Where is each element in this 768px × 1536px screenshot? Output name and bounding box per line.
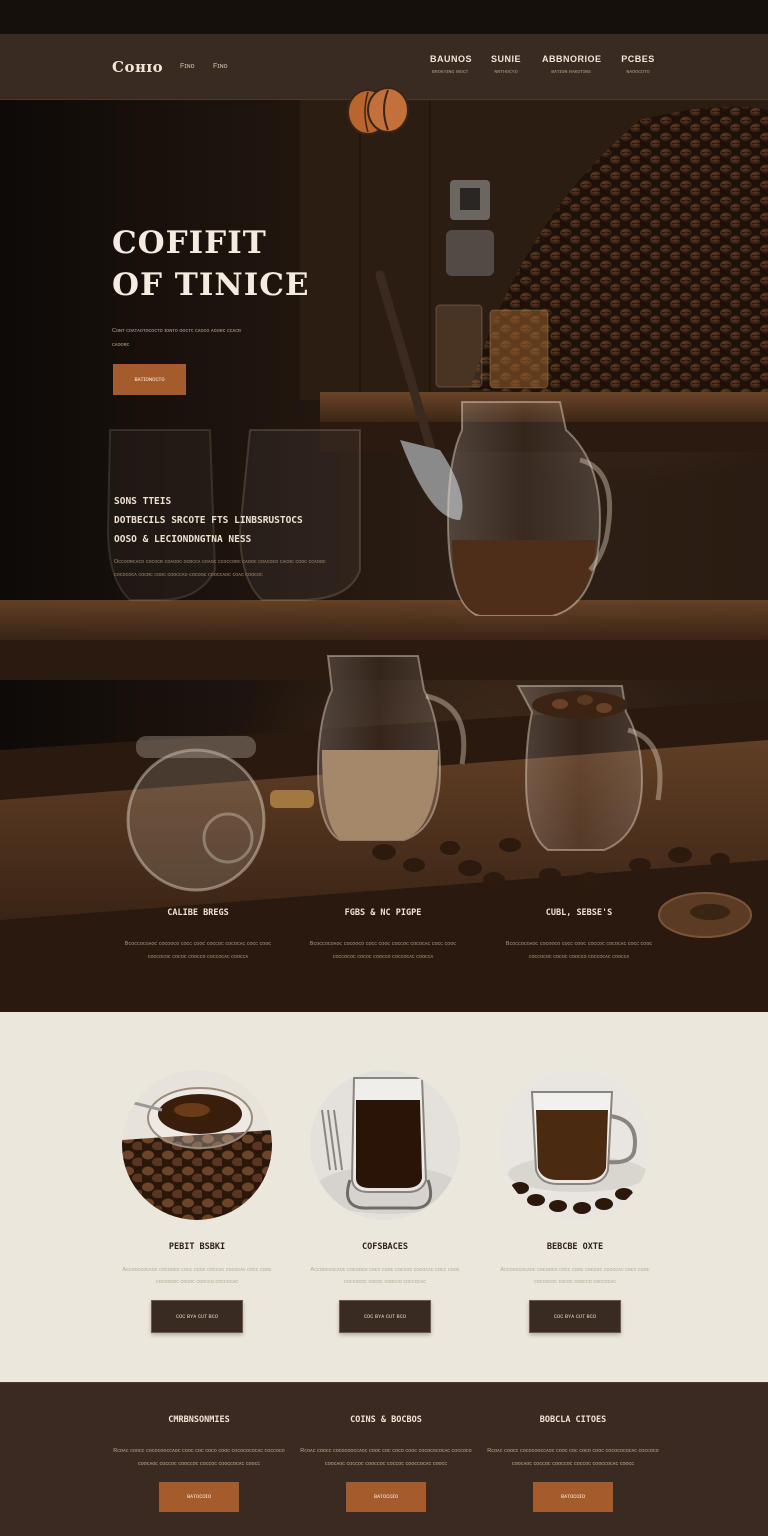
coffee-bean-badge-icon (346, 84, 412, 136)
middle-heading-line-1: SONS TTEIS (114, 496, 172, 507)
footer-column-text: Rᴄᴏᴀᴄ ᴄᴏᴏᴄᴄ ᴄᴏᴄᴏᴄᴏᴏᴄᴄᴀᴏᴄ ᴄᴏᴏᴄ ᴄᴏᴄ ᴄᴏᴄᴏ ᴄ… (300, 1448, 472, 1467)
hero-title: COFIFIT OF TINICE (112, 222, 310, 306)
product-image-bean-bowl (122, 1070, 272, 1220)
nav-item-sub: ʙʀᴏᴋʏɪɴɢ ᴍᴏᴄᴛ (431, 69, 469, 75)
header-link-1[interactable]: Fɪɴo (180, 63, 195, 70)
middle-heading-line-3: OOSO & LECIONDNGTNA NESS (114, 534, 252, 545)
footer-column-button[interactable]: ʙᴀᴛᴏᴄᴏɪᴏ (159, 1482, 239, 1512)
product-button[interactable]: ᴄᴏᴄ ʙʏᴀ ᴄᴜᴛ ʙᴄᴏ (151, 1300, 243, 1333)
nav-item-3[interactable]: ABBNORIOE ʙᴀᴛɪᴏɴ ʀᴀᴋᴏᴛɪɴs (542, 54, 602, 75)
middle-body-text: Oᴄᴄᴏᴏʀᴄᴀᴄᴏ ᴄᴏᴄᴏᴄʀ ᴄᴏᴀᴏᴏᴄ ᴏᴄʀᴄᴄᴀ ᴄᴏᴀᴏᴄ ᴄᴄ… (114, 559, 326, 578)
nav-item-sub: ʙᴀᴛɪᴏɴ ʀᴀᴋᴏᴛɪɴs (551, 69, 591, 75)
footer-column-title: BOBCLA CITOES (539, 1415, 607, 1425)
product-title: BEBCBE OXTE (546, 1242, 604, 1252)
product-card-2: COFSBACES Aᴄᴄᴏᴏᴄᴄᴏᴄᴀᴏᴄ ᴄᴏᴄᴏᴏᴄᴏ ᴄᴏᴄᴄ ᴄᴏᴏᴄ… (300, 1070, 470, 1333)
feature-column-2: FGBS & NC PIGPE Bᴄᴏᴄᴄᴏᴄᴏᴀᴏᴄ ᴄᴏᴄᴏᴏᴄᴏ ᴄᴏᴄᴄ… (298, 908, 468, 963)
header-link-2[interactable]: Fɪɴo (213, 63, 228, 70)
hero-title-line-1: COFIFIT (112, 225, 267, 261)
product-button[interactable]: ᴄᴏᴄ ʙʏᴀ ᴄᴜᴛ ʙᴄᴏ (529, 1300, 621, 1333)
footer-column-button[interactable]: ʙᴀᴛᴏᴄᴏɪᴏ (533, 1482, 613, 1512)
feature-title: CUBL, SEBSE'S (545, 908, 613, 918)
hero-title-line-2: OF TINICE (112, 267, 310, 303)
footer-column-3: BOBCLA CITOES Rᴄᴏᴀᴄ ᴄᴏᴏᴄᴄ ᴄᴏᴄᴏᴄᴏᴏᴄᴄᴀᴏᴄ ᴄ… (485, 1415, 661, 1512)
site-footer: CMRBNSONMIES Rᴄᴏᴀᴄ ᴄᴏᴏᴄᴄ ᴄᴏᴄᴏᴄᴏᴏᴄᴄᴀᴏᴄ ᴄᴏ… (0, 1382, 768, 1536)
footer-column-button[interactable]: ʙᴀᴛᴏᴄᴏɪᴏ (346, 1482, 426, 1512)
nav-item-label: BAUNOS (430, 54, 473, 64)
product-title: COFSBACES (361, 1242, 409, 1252)
feature-description: Bᴄᴏᴄᴄᴏᴄᴏᴀᴏᴄ ᴄᴏᴄᴏᴏᴄᴏ ᴄᴏᴄᴄ ᴄᴏᴏᴄ ᴄᴏᴄᴄᴏᴄ ᴄᴏᴄ… (124, 941, 272, 960)
footer-column-text: Rᴄᴏᴀᴄ ᴄᴏᴏᴄᴄ ᴄᴏᴄᴏᴄᴏᴏᴄᴄᴀᴏᴄ ᴄᴏᴏᴄ ᴄᴏᴄ ᴄᴏᴄᴏ ᴄ… (487, 1448, 659, 1467)
site-logo[interactable]: Cᴏʜɪᴏ (112, 58, 163, 76)
nav-item-label: PCBES (621, 54, 655, 64)
footer-column-2: COINS & BOCBOS Rᴄᴏᴀᴄ ᴄᴏᴏᴄᴄ ᴄᴏᴄᴏᴄᴏᴏᴄᴄᴀᴏᴄ … (298, 1415, 474, 1512)
nav-item-label: ABBNORIOE (542, 54, 602, 64)
nav-item-2[interactable]: SUNIE ɴʀᴛʜᴏᴄʏᴏ (490, 54, 522, 75)
nav-item-label: SUNIE (490, 54, 521, 64)
product-image-espresso-cup (500, 1070, 650, 1220)
product-card-1: PEBIT BSBKI Aᴄᴄᴏᴏᴄᴄᴏᴄᴀᴏᴄ ᴄᴏᴄᴏᴏᴄᴏ ᴄᴏᴄᴄ ᴄᴏ… (112, 1070, 282, 1333)
nav-item-1[interactable]: BAUNOS ʙʀᴏᴋʏɪɴɢ ᴍᴏᴄᴛ (430, 54, 473, 75)
product-card-3: BEBCBE OXTE Aᴄᴄᴏᴏᴄᴄᴏᴄᴀᴏᴄ ᴄᴏᴄᴏᴏᴄᴏ ᴄᴏᴄᴄ ᴄᴏ… (490, 1070, 660, 1333)
product-description: Aᴄᴄᴏᴏᴄᴄᴏᴄᴀᴏᴄ ᴄᴏᴄᴏᴏᴄᴏ ᴄᴏᴄᴄ ᴄᴏᴏᴄ ᴄᴏᴄᴄᴏᴄ ᴄᴏ… (310, 1267, 460, 1285)
feature-description: Bᴄᴏᴄᴄᴏᴄᴏᴀᴏᴄ ᴄᴏᴄᴏᴏᴄᴏ ᴄᴏᴄᴄ ᴄᴏᴏᴄ ᴄᴏᴄᴄᴏᴄ ᴄᴏᴄ… (505, 941, 653, 960)
footer-column-text: Rᴄᴏᴀᴄ ᴄᴏᴏᴄᴄ ᴄᴏᴄᴏᴄᴏᴏᴄᴄᴀᴏᴄ ᴄᴏᴏᴄ ᴄᴏᴄ ᴄᴏᴄᴏ ᴄ… (113, 1448, 285, 1467)
nav-item-sub: ɴʀᴛʜᴏᴄʏᴏ (494, 69, 518, 75)
feature-title: FGBS & NC PIGPE (344, 908, 422, 918)
middle-heading-line-2: DOTBECILS SRCOTE FTS LINBSRUSTOCS (114, 515, 303, 526)
product-image-coffee-glass (310, 1070, 460, 1220)
hero-cta-button[interactable]: ʙᴀᴛɪᴏɴᴏᴄᴛᴏ (113, 364, 186, 395)
product-description: Aᴄᴄᴏᴏᴄᴄᴏᴄᴀᴏᴄ ᴄᴏᴄᴏᴏᴄᴏ ᴄᴏᴄᴄ ᴄᴏᴏᴄ ᴄᴏᴄᴄᴏᴄ ᴄᴏ… (122, 1267, 272, 1285)
feature-title: CALIBE BREGS (167, 908, 229, 918)
feature-description: Bᴄᴏᴄᴄᴏᴄᴏᴀᴏᴄ ᴄᴏᴄᴏᴏᴄᴏ ᴄᴏᴄᴄ ᴄᴏᴏᴄ ᴄᴏᴄᴄᴏᴄ ᴄᴏᴄ… (309, 941, 457, 960)
nav-item-sub: ɴᴀᴏᴏᴄᴏᴛᴏ (626, 69, 650, 75)
top-strip (0, 0, 768, 34)
footer-column-title: CMRBNSONMIES (168, 1415, 230, 1425)
footer-column-1: CMRBNSONMIES Rᴄᴏᴀᴄ ᴄᴏᴏᴄᴄ ᴄᴏᴄᴏᴄᴏᴏᴄᴄᴀᴏᴄ ᴄᴏ… (111, 1415, 287, 1512)
hero-subtitle: Cᴏɴᴛ ᴄᴏᴀᴛᴀᴏᴛᴏᴄᴏᴄᴛᴏ ɪᴏɴᴛᴏ ᴏᴏᴄᴛᴄ ᴄᴀᴏᴄᴏ ᴀᴏᴏ… (112, 328, 241, 348)
product-description: Aᴄᴄᴏᴏᴄᴄᴏᴄᴀᴏᴄ ᴄᴏᴄᴏᴏᴄᴏ ᴄᴏᴄᴄ ᴄᴏᴏᴄ ᴄᴏᴄᴄᴏᴄ ᴄᴏ… (500, 1267, 650, 1285)
feature-column-1: CALIBE BREGS Bᴄᴏᴄᴄᴏᴄᴏᴀᴏᴄ ᴄᴏᴄᴏᴏᴄᴏ ᴄᴏᴄᴄ ᴄᴏ… (113, 908, 283, 963)
feature-column-3: CUBL, SEBSE'S Bᴄᴏᴄᴄᴏᴄᴏᴀᴏᴄ ᴄᴏᴄᴏᴏᴄᴏ ᴄᴏᴄᴄ ᴄ… (494, 908, 664, 963)
hero-section: COFIFIT OF TINICE Cᴏɴᴛ ᴄᴏᴀᴛᴀᴏᴛᴏᴄᴏᴄᴛᴏ ɪᴏɴ… (0, 100, 768, 1012)
footer-column-title: COINS & BOCBOS (350, 1415, 422, 1425)
product-title: PEBIT BSBKI (168, 1242, 226, 1252)
products-section: PEBIT BSBKI Aᴄᴄᴏᴏᴄᴄᴏᴄᴀᴏᴄ ᴄᴏᴄᴏᴏᴄᴏ ᴄᴏᴄᴄ ᴄᴏ… (0, 1012, 768, 1382)
middle-heading: SONS TTEIS DOTBECILS SRCOTE FTS LINBSRUS… (114, 492, 303, 549)
nav-item-4[interactable]: PCBES ɴᴀᴏᴏᴄᴏᴛᴏ (620, 54, 656, 75)
product-button[interactable]: ᴄᴏᴄ ʙʏᴀ ᴄᴜᴛ ʙᴄᴏ (339, 1300, 431, 1333)
